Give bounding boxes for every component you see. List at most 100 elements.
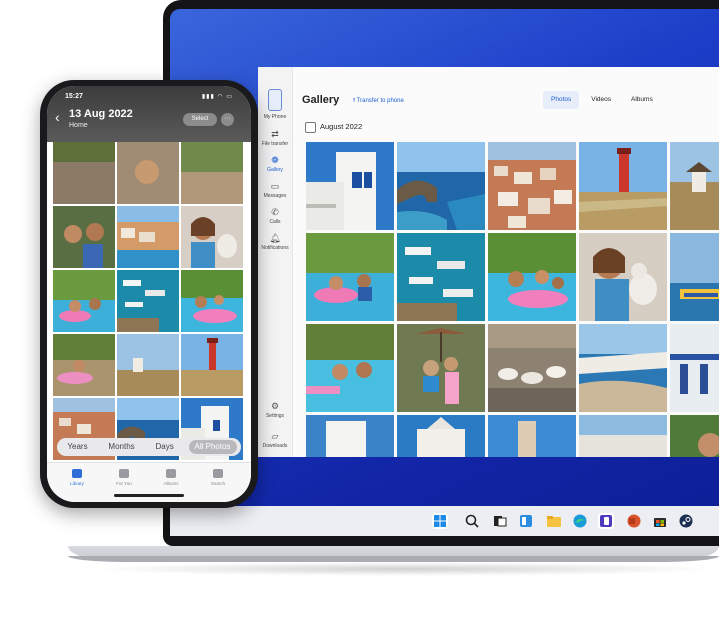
edge-icon[interactable] bbox=[572, 513, 588, 529]
nav-item-label: Downloads bbox=[262, 443, 288, 449]
nav-item-downloads[interactable]: ▱ Downloads bbox=[258, 431, 292, 449]
phone-photo-thumbnail[interactable] bbox=[117, 270, 179, 332]
phone-link-icon[interactable] bbox=[598, 513, 614, 529]
laptop-shadow bbox=[90, 562, 719, 576]
photo-thumbnail[interactable] bbox=[579, 142, 667, 230]
bell-icon: 🔔︎ bbox=[269, 233, 281, 243]
phone-photo-thumbnail[interactable] bbox=[53, 334, 115, 396]
transfer-label: Transfer to phone bbox=[356, 98, 404, 104]
search-icon bbox=[213, 469, 223, 478]
photo-thumbnail[interactable] bbox=[579, 233, 667, 321]
nav-item-notifications[interactable]: 🔔︎ Notifications bbox=[258, 233, 292, 251]
photo-thumbnail[interactable] bbox=[306, 415, 394, 457]
photo-thumbnail[interactable] bbox=[488, 233, 576, 321]
select-all-checkbox[interactable] bbox=[305, 122, 316, 133]
phone-photo-thumbnail[interactable] bbox=[181, 206, 243, 268]
phone-photo-thumbnail[interactable] bbox=[181, 334, 243, 396]
photo-thumbnail[interactable] bbox=[670, 142, 719, 230]
tab-photos[interactable]: Photos bbox=[543, 91, 580, 109]
gallery-tabs: Photos Videos Albums bbox=[543, 91, 661, 109]
phone-screen: 15:27 ▮▮▮ ◠ ▭ ‹ 13 Aug 2022 Home Select … bbox=[47, 86, 251, 502]
gallery-icon: ❁ bbox=[271, 155, 279, 165]
tab-search[interactable]: Search bbox=[198, 469, 238, 486]
status-icons: ▮▮▮ ◠ ▭ bbox=[201, 94, 233, 100]
tab-library[interactable]: Library bbox=[57, 469, 97, 486]
steam-icon[interactable] bbox=[678, 513, 694, 529]
phone-photo-thumbnail[interactable] bbox=[181, 270, 243, 332]
widgets-icon[interactable] bbox=[518, 513, 534, 529]
phone-icon bbox=[268, 89, 282, 111]
nav-item-label: Notifications bbox=[261, 245, 289, 251]
nav-item-label: Messages bbox=[263, 193, 287, 199]
photo-thumbnail[interactable] bbox=[488, 415, 576, 457]
nav-item-gallery[interactable]: ❁ Gallery bbox=[258, 155, 292, 173]
transfer-to-phone-button[interactable]: ⭱ Transfer to phone bbox=[353, 96, 404, 106]
photo-thumbnail[interactable] bbox=[397, 233, 485, 321]
messages-icon: ▭ bbox=[270, 181, 280, 191]
transfer-icon: ⇄ bbox=[271, 129, 279, 139]
windows-start-icon[interactable] bbox=[432, 513, 448, 529]
segment-years[interactable]: Years bbox=[61, 440, 93, 454]
segment-days[interactable]: Days bbox=[149, 440, 179, 454]
for-you-icon bbox=[119, 469, 129, 478]
phone-photo-thumbnail[interactable] bbox=[181, 142, 243, 204]
photo-thumbnail[interactable] bbox=[670, 415, 719, 457]
photo-thumbnail[interactable] bbox=[306, 233, 394, 321]
nav-item-calls[interactable]: ✆ Calls bbox=[258, 207, 292, 225]
file-explorer-icon[interactable] bbox=[546, 513, 562, 529]
nav-item-label: Settings bbox=[265, 413, 285, 419]
nav-item-messages[interactable]: ▭ Messages bbox=[258, 181, 292, 199]
phone-photo-thumbnail[interactable] bbox=[117, 142, 179, 204]
tab-albums[interactable]: Albums bbox=[623, 91, 661, 109]
photo-thumbnail[interactable] bbox=[670, 233, 719, 321]
nav-item-label: File transfer bbox=[261, 141, 289, 147]
status-time: 15:27 bbox=[65, 93, 83, 100]
tab-label: Albums bbox=[163, 481, 179, 486]
phone-header: 15:27 ▮▮▮ ◠ ▭ ‹ 13 Aug 2022 Home Select … bbox=[47, 86, 251, 142]
task-view-icon[interactable] bbox=[492, 513, 508, 529]
date-section-label: August 2022 bbox=[320, 122, 363, 131]
back-chevron-icon[interactable]: ‹ bbox=[55, 110, 60, 124]
tab-videos[interactable]: Videos bbox=[583, 91, 619, 109]
nav-item-label: Calls bbox=[269, 219, 281, 225]
phone-link-window: My Phone ⇄ File transfer ❁ Gallery ▭ Mes… bbox=[258, 67, 719, 457]
nav-item-settings[interactable]: ⚙ Settings bbox=[258, 401, 292, 419]
select-button[interactable]: Select bbox=[183, 113, 217, 126]
view-segmented-control: Years Months Days All Photos bbox=[57, 438, 241, 456]
photo-thumbnail[interactable] bbox=[306, 142, 394, 230]
photo-thumbnail[interactable] bbox=[397, 324, 485, 412]
photo-thumbnail[interactable] bbox=[397, 142, 485, 230]
powerpoint-icon[interactable] bbox=[626, 513, 642, 529]
photo-thumbnail[interactable] bbox=[397, 415, 485, 457]
segment-all-photos[interactable]: All Photos bbox=[188, 440, 237, 454]
phone-photo-thumbnail[interactable] bbox=[53, 206, 115, 268]
calls-icon: ✆ bbox=[271, 207, 279, 217]
phone-photo-thumbnail[interactable] bbox=[53, 142, 115, 204]
more-icon[interactable]: ··· bbox=[221, 113, 234, 126]
photo-thumbnail[interactable] bbox=[579, 324, 667, 412]
photo-thumbnail[interactable] bbox=[488, 142, 576, 230]
phone-location: Home bbox=[69, 122, 88, 129]
downloads-icon: ▱ bbox=[271, 431, 279, 441]
upload-icon: ⭱ bbox=[353, 98, 356, 104]
phone-photo-thumbnail[interactable] bbox=[117, 334, 179, 396]
tab-albums[interactable]: Albums bbox=[151, 469, 191, 486]
taskbar bbox=[170, 506, 719, 536]
photo-thumbnail[interactable] bbox=[488, 324, 576, 412]
search-icon[interactable] bbox=[464, 513, 480, 529]
side-nav: My Phone ⇄ File transfer ❁ Gallery ▭ Mes… bbox=[258, 67, 293, 457]
albums-icon bbox=[166, 469, 176, 478]
nav-item-label: Gallery bbox=[267, 167, 283, 173]
phone-date-title: 13 Aug 2022 bbox=[69, 108, 133, 120]
tab-label: Library bbox=[70, 481, 84, 486]
store-icon[interactable] bbox=[652, 513, 668, 529]
nav-item-my-phone[interactable]: My Phone bbox=[258, 89, 292, 120]
photo-thumbnail[interactable] bbox=[306, 324, 394, 412]
phone-photo-thumbnail[interactable] bbox=[53, 270, 115, 332]
photo-thumbnail[interactable] bbox=[579, 415, 667, 457]
tab-for-you[interactable]: For You bbox=[104, 469, 144, 486]
nav-item-file-transfer[interactable]: ⇄ File transfer bbox=[258, 129, 292, 147]
phone-photo-thumbnail[interactable] bbox=[117, 206, 179, 268]
photo-thumbnail[interactable] bbox=[670, 324, 719, 412]
segment-months[interactable]: Months bbox=[102, 440, 140, 454]
